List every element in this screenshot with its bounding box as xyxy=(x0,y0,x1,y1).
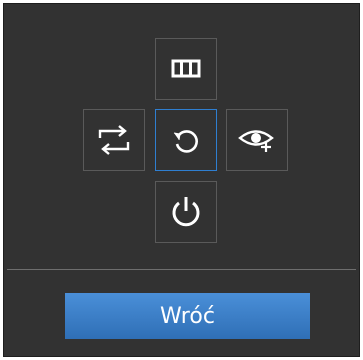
columns-icon xyxy=(171,59,201,78)
dpad-right-button[interactable] xyxy=(226,109,288,171)
back-button[interactable]: Wróć xyxy=(65,293,310,339)
back-button-label: Wróć xyxy=(160,303,215,329)
osd-menu-panel: Wróć xyxy=(3,3,360,357)
eye-plus-icon xyxy=(238,130,274,152)
dpad-left-button[interactable] xyxy=(83,109,145,171)
dpad-down-button[interactable] xyxy=(155,181,217,243)
rotate-icon xyxy=(173,130,198,153)
dpad-center-button[interactable] xyxy=(155,109,217,171)
swap-arrows-icon xyxy=(98,125,130,155)
power-icon xyxy=(172,197,200,227)
dpad-up-button[interactable] xyxy=(155,38,217,100)
divider xyxy=(7,269,356,270)
